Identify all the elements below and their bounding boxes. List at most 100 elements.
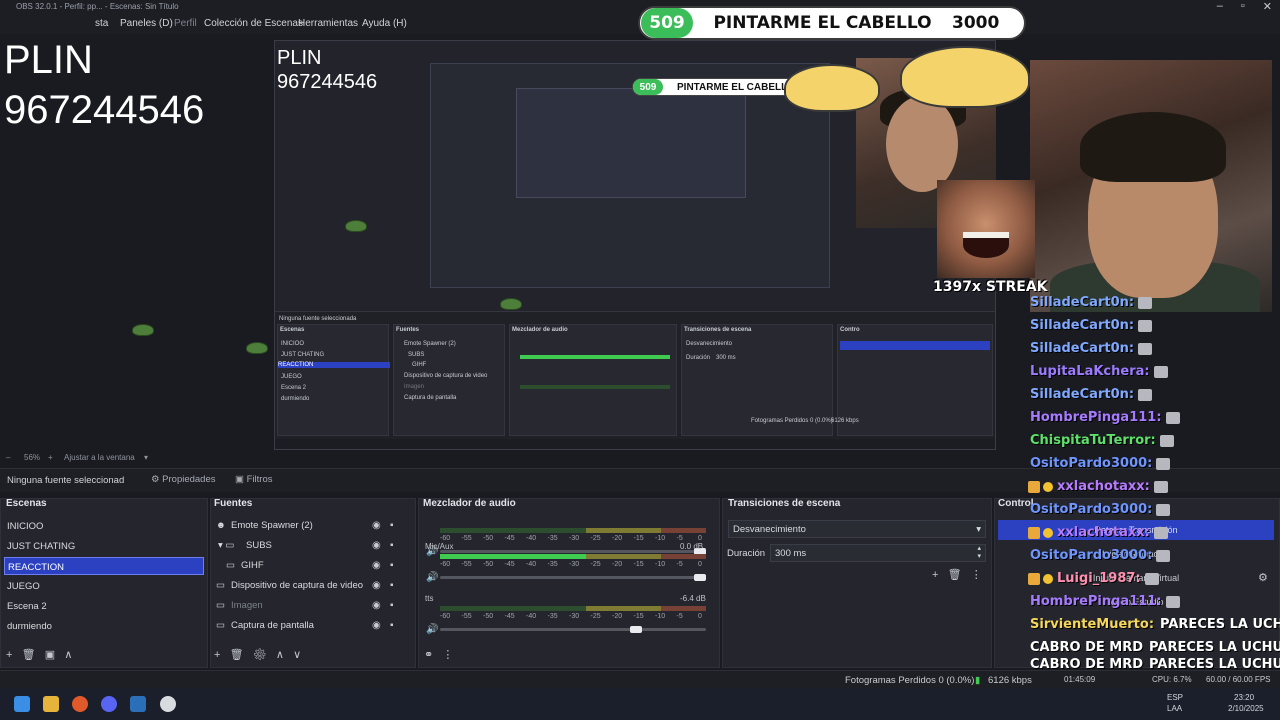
nested-source-item: Dispositivo de captura de video	[404, 373, 488, 379]
remove-transition-button[interactable]: 🗑	[948, 569, 962, 581]
add-source-button[interactable]: +	[214, 649, 220, 661]
chat-message: SilladeCart0n:	[1030, 387, 1153, 402]
lock-icon[interactable]: ▪	[390, 541, 400, 551]
menu-help[interactable]: Ayuda (H)	[362, 18, 407, 29]
volume-slider[interactable]	[440, 628, 706, 631]
menu-tools[interactable]: Herramientas	[298, 18, 358, 29]
lock-icon[interactable]: ▪	[390, 601, 400, 611]
source-item[interactable]: SUBS	[246, 540, 272, 558]
plin-text: PLIN	[4, 38, 93, 82]
scene-item[interactable]: REACCTION	[4, 557, 204, 575]
visibility-icon[interactable]: ◉	[372, 561, 382, 571]
source-item[interactable]: GIHF	[241, 560, 264, 578]
discord-icon[interactable]	[101, 696, 117, 712]
chat-message: SirvienteMuerto: PARECES LA UCHULU	[1030, 617, 1280, 632]
visibility-icon[interactable]: ◉	[372, 601, 382, 611]
windows-start-icon[interactable]	[14, 696, 30, 712]
source-item[interactable]: Imagen	[231, 600, 263, 618]
steam-icon[interactable]	[130, 696, 146, 712]
filters-button[interactable]: ▣ Filtros	[235, 474, 273, 485]
volume-slider[interactable]	[440, 550, 706, 553]
nested-mixer-dock: Mezclador de audio	[509, 324, 677, 436]
input-layout[interactable]: LAA	[1167, 704, 1182, 713]
sources-footer: + 🗑 ⚙ ∧ ∨	[214, 648, 301, 661]
zoom-dropdown-icon[interactable]: ▾	[144, 453, 148, 462]
source-item[interactable]: Captura de pantalla	[231, 620, 314, 638]
maximize-button[interactable]: ▫	[1241, 0, 1245, 13]
volume-slider[interactable]	[440, 576, 706, 579]
window-controls: – ▫ ✕	[1217, 0, 1272, 13]
menu-profile[interactable]: Perfil	[174, 18, 197, 29]
scene-filters-icon[interactable]: ▣	[45, 649, 55, 661]
close-button[interactable]: ✕	[1263, 0, 1272, 13]
menu-edit[interactable]: sta	[95, 18, 108, 29]
meter-tick-label: -30	[569, 561, 580, 568]
source-settings-icon[interactable]: ⚙	[253, 649, 267, 661]
zoom-in-button[interactable]: +	[48, 453, 53, 462]
firefox-icon[interactable]	[72, 696, 88, 712]
meter-tick-label: -20	[612, 613, 623, 620]
lock-icon[interactable]: ▪	[390, 521, 400, 531]
speaker-icon[interactable]: 🔊	[426, 572, 438, 583]
meter-tick-label: -60	[440, 535, 451, 542]
clock[interactable]: 23:20	[1234, 693, 1254, 702]
mixer-menu-icon[interactable]: ⋮	[442, 649, 453, 661]
cpu-usage: CPU: 6.7%	[1152, 675, 1192, 684]
meter-tick-label: -15	[633, 535, 644, 542]
duration-input[interactable]: 300 ms ▴ ▾	[770, 544, 986, 562]
nested-scenes-dock: Escenas INICIOO JUST CHATING REACCTION J…	[277, 324, 390, 436]
source-item[interactable]: Dispositivo de captura de video	[231, 580, 363, 598]
move-up-icon[interactable]: ∧	[64, 649, 72, 661]
chat-username: LupitaLaKchera:	[1030, 364, 1150, 379]
chat-username: xxlachotaxx:	[1057, 525, 1150, 540]
volume-knob[interactable]	[630, 626, 642, 633]
visibility-icon[interactable]: ◉	[372, 541, 382, 551]
scene-item[interactable]: JUST CHATING	[4, 537, 204, 555]
move-up-icon[interactable]: ∧	[276, 649, 284, 661]
file-explorer-icon[interactable]	[43, 696, 59, 712]
menu-scene-collection[interactable]: Colección de Escenas	[204, 18, 303, 29]
move-down-icon[interactable]: ∨	[293, 649, 301, 661]
transition-select[interactable]: Desvanecimiento ▾	[728, 520, 986, 538]
fit-to-window[interactable]: Ajustar a la ventana	[64, 453, 135, 462]
menu-docks[interactable]: Paneles (D)	[120, 18, 173, 29]
remove-source-button[interactable]: 🗑	[230, 649, 244, 661]
visibility-icon[interactable]: ◉	[372, 581, 382, 591]
chat-username: SilladeCart0n:	[1030, 295, 1135, 310]
properties-button[interactable]: ⚙ Propiedades	[151, 474, 216, 485]
volume-knob[interactable]	[694, 574, 706, 581]
visibility-icon[interactable]: ◉	[372, 621, 382, 631]
visibility-icon[interactable]: ◉	[372, 521, 382, 531]
lock-icon[interactable]: ▪	[390, 561, 400, 571]
obs-icon[interactable]	[160, 696, 176, 712]
window-title: OBS 32.0.1 - Perfil: pp... - Escenas: Si…	[16, 2, 179, 11]
nested-plin-text: PLIN	[277, 47, 322, 69]
meter-danger-zone	[660, 554, 706, 559]
remove-scene-button[interactable]: 🗑	[22, 649, 36, 661]
scene-item[interactable]: INICIOO	[4, 517, 204, 535]
date[interactable]: 2/10/2025	[1228, 704, 1264, 713]
mixer-link-icon[interactable]: ⚭	[424, 649, 433, 661]
zoom-out-button[interactable]: –	[6, 453, 10, 462]
minimize-button[interactable]: –	[1217, 0, 1223, 13]
lock-icon[interactable]: ▪	[390, 621, 400, 631]
input-language[interactable]: ESP	[1167, 693, 1183, 702]
transition-menu-icon[interactable]: ⋮	[971, 569, 982, 581]
chat-emote-icon	[1138, 388, 1153, 401]
gear-icon[interactable]: ⚙	[1258, 571, 1268, 584]
meter-tick-label: -25	[590, 535, 601, 542]
scene-item[interactable]: JUEGO	[4, 577, 204, 595]
meter-warning-zone	[586, 528, 661, 533]
nested-inner-preview	[430, 63, 830, 288]
lock-icon[interactable]: ▪	[390, 581, 400, 591]
speaker-icon[interactable]: 🔊	[426, 624, 438, 635]
meter-tick-label: -20	[612, 561, 623, 568]
meter-tick-label: -60	[440, 561, 451, 568]
scene-item[interactable]: durmiendo	[4, 617, 204, 635]
add-scene-button[interactable]: +	[6, 649, 12, 661]
source-item[interactable]: Emote Spawner (2)	[231, 520, 313, 538]
spin-icon[interactable]: ▴ ▾	[977, 545, 981, 561]
add-transition-button[interactable]: +	[932, 569, 938, 581]
scene-item[interactable]: Escena 2	[4, 597, 204, 615]
meter-tick-label: -5	[676, 613, 683, 620]
